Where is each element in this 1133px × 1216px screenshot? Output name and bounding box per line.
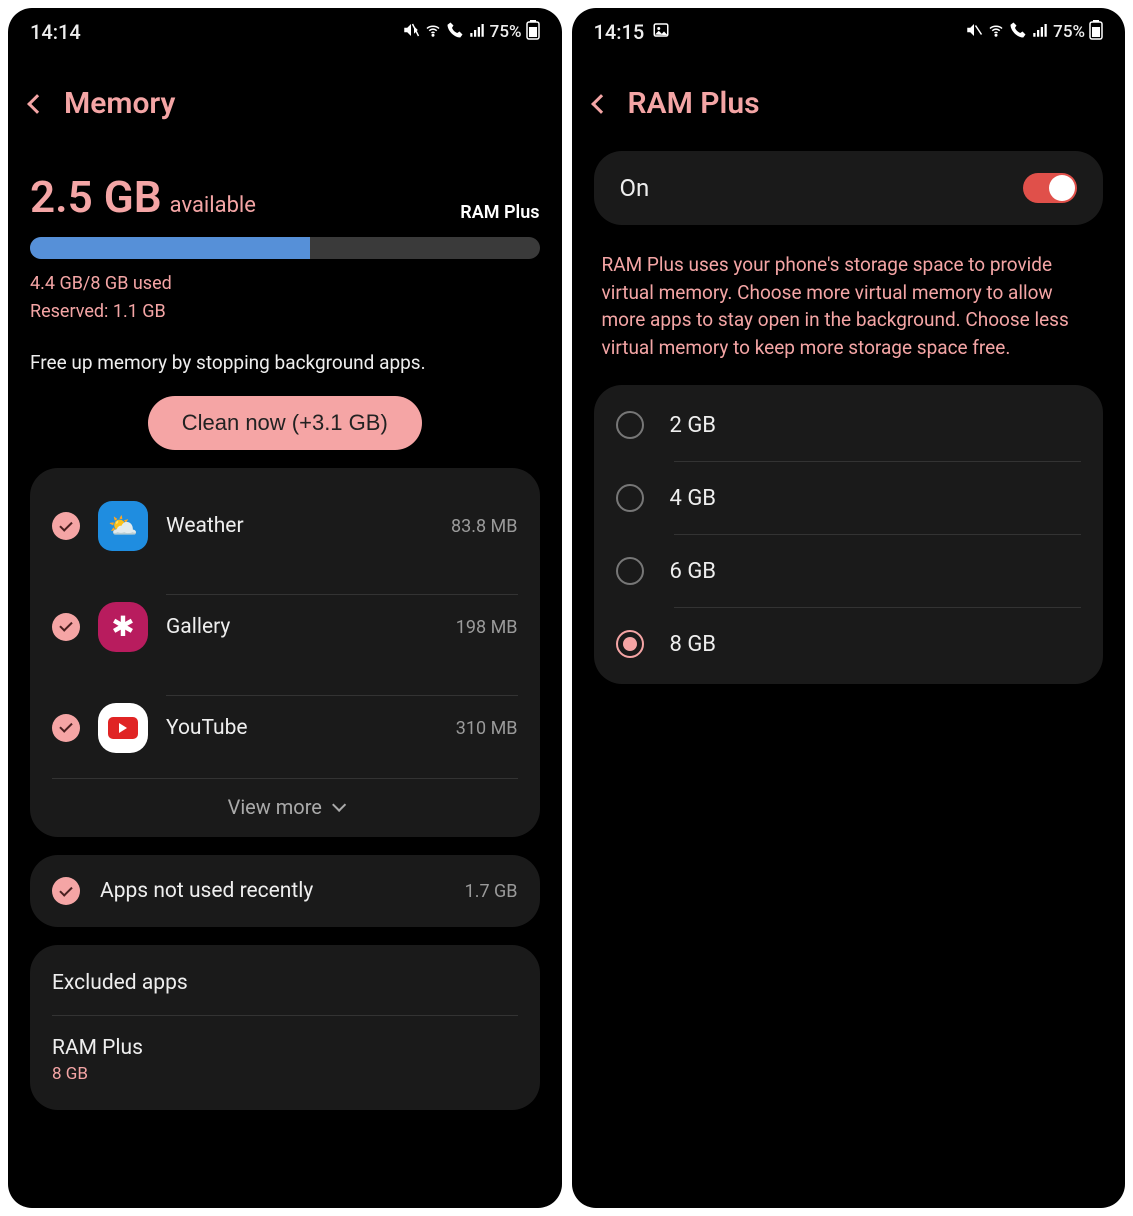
toggle-label: On: [620, 174, 650, 202]
ram-plus-link[interactable]: RAM Plus: [460, 202, 539, 223]
toggle-switch[interactable]: [1023, 173, 1077, 203]
status-time: 14:15: [594, 20, 645, 44]
app-list-card: ⛅ Weather 83.8 MB ✱ Gallery 198 MB YouTube 310 …: [30, 468, 540, 837]
ram-option-8gb[interactable]: 8 GB: [616, 608, 1082, 680]
battery-text: 75%: [1053, 22, 1085, 42]
app-row-weather[interactable]: ⛅ Weather 83.8 MB: [52, 476, 518, 576]
excluded-apps-label: Excluded apps: [52, 971, 518, 995]
battery-text: 75%: [490, 22, 522, 42]
status-bar: 14:14 75%: [8, 8, 562, 56]
memory-available-label: available: [170, 193, 256, 218]
app-size: 83.8 MB: [451, 516, 518, 537]
app-row-youtube[interactable]: YouTube 310 MB: [52, 677, 518, 778]
radio-label: 2 GB: [670, 413, 717, 438]
ram-plus-description: RAM Plus uses your phone's storage space…: [572, 225, 1126, 371]
memory-available-value: 2.5 GB: [30, 171, 162, 223]
memory-used-line: 4.4 GB/8 GB used: [30, 271, 540, 297]
view-more-label: View more: [228, 795, 322, 819]
mute-icon: [965, 21, 983, 44]
apps-not-used-label: Apps not used recently: [100, 879, 445, 903]
call-icon: [1009, 21, 1027, 44]
gallery-icon: ✱: [98, 602, 148, 652]
ram-option-6gb[interactable]: 6 GB: [616, 535, 1082, 607]
app-name: Gallery: [166, 615, 230, 639]
media-icon: [652, 20, 670, 44]
apps-not-used-size: 1.7 GB: [465, 881, 518, 902]
mute-icon: [402, 21, 420, 44]
ram-plus-setting-row[interactable]: RAM Plus 8 GB: [52, 1015, 518, 1104]
memory-progress-fill: [30, 237, 310, 259]
weather-icon: ⛅: [98, 501, 148, 551]
page-title: Memory: [64, 86, 175, 121]
radio-icon[interactable]: [616, 484, 644, 512]
ram-option-2gb[interactable]: 2 GB: [616, 389, 1082, 461]
memory-progress-bar: [30, 237, 540, 259]
ram-plus-screen: 14:15 75% RAM Plus: [572, 8, 1126, 1208]
app-row-gallery[interactable]: ✱ Gallery 198 MB: [52, 576, 518, 677]
radio-icon[interactable]: [616, 557, 644, 585]
page-header: Memory: [8, 56, 562, 141]
toggle-knob: [1049, 175, 1075, 201]
checkbox-icon[interactable]: [52, 714, 80, 742]
ram-plus-toggle-card[interactable]: On: [594, 151, 1104, 225]
view-more-button[interactable]: View more: [52, 778, 518, 829]
signal-icon: [468, 21, 486, 44]
memory-screen: 14:14 75% Memory 2.5 GB: [8, 8, 562, 1208]
memory-summary-row: 2.5 GB available RAM Plus: [30, 141, 540, 223]
wifi-icon: [424, 21, 442, 44]
memory-reserved-line: Reserved: 1.1 GB: [30, 299, 540, 325]
excluded-apps-row[interactable]: Excluded apps: [52, 951, 518, 1015]
radio-icon[interactable]: [616, 411, 644, 439]
ram-plus-label: RAM Plus: [52, 1036, 518, 1060]
radio-label: 8 GB: [670, 632, 717, 657]
clean-now-button[interactable]: Clean now (+3.1 GB): [148, 396, 422, 450]
back-icon[interactable]: [591, 94, 611, 114]
settings-card: Excluded apps RAM Plus 8 GB: [30, 945, 540, 1110]
youtube-icon: [98, 703, 148, 753]
radio-label: 6 GB: [670, 559, 717, 584]
radio-label: 4 GB: [670, 486, 717, 511]
ram-plus-value: 8 GB: [52, 1064, 518, 1084]
app-size: 198 MB: [456, 617, 518, 638]
app-name: YouTube: [166, 716, 248, 740]
status-time: 14:14: [30, 20, 81, 44]
call-icon: [446, 21, 464, 44]
signal-icon: [1031, 21, 1049, 44]
ram-option-4gb[interactable]: 4 GB: [616, 462, 1082, 534]
apps-not-used-card[interactable]: Apps not used recently 1.7 GB: [30, 855, 540, 927]
battery-icon: [526, 20, 540, 45]
page-title: RAM Plus: [628, 86, 760, 121]
checkbox-icon[interactable]: [52, 877, 80, 905]
chevron-down-icon: [332, 798, 346, 812]
status-bar: 14:15 75%: [572, 8, 1126, 56]
wifi-icon: [987, 21, 1005, 44]
radio-icon[interactable]: [616, 630, 644, 658]
battery-icon: [1089, 20, 1103, 45]
app-name: Weather: [166, 514, 244, 538]
ram-plus-options-card: 2 GB 4 GB 6 GB 8 GB: [594, 385, 1104, 684]
checkbox-icon[interactable]: [52, 613, 80, 641]
back-icon[interactable]: [27, 94, 47, 114]
page-header: RAM Plus: [572, 56, 1126, 141]
checkbox-icon[interactable]: [52, 512, 80, 540]
app-size: 310 MB: [456, 718, 518, 739]
memory-hint: Free up memory by stopping background ap…: [30, 351, 540, 374]
